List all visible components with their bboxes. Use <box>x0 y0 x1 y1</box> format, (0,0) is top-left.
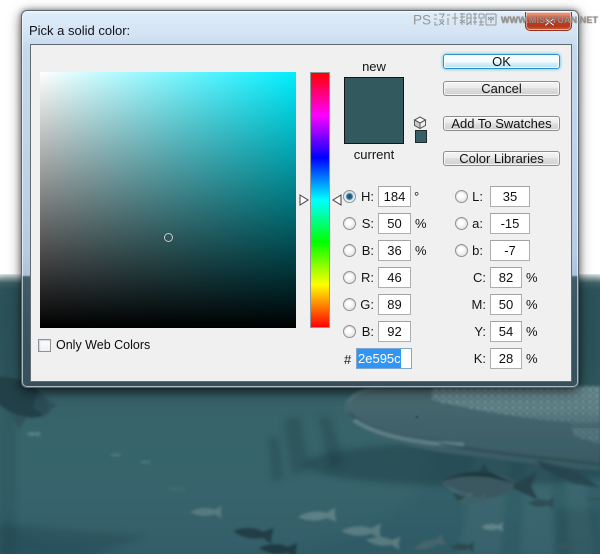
svg-text:PS: PS <box>413 13 431 28</box>
